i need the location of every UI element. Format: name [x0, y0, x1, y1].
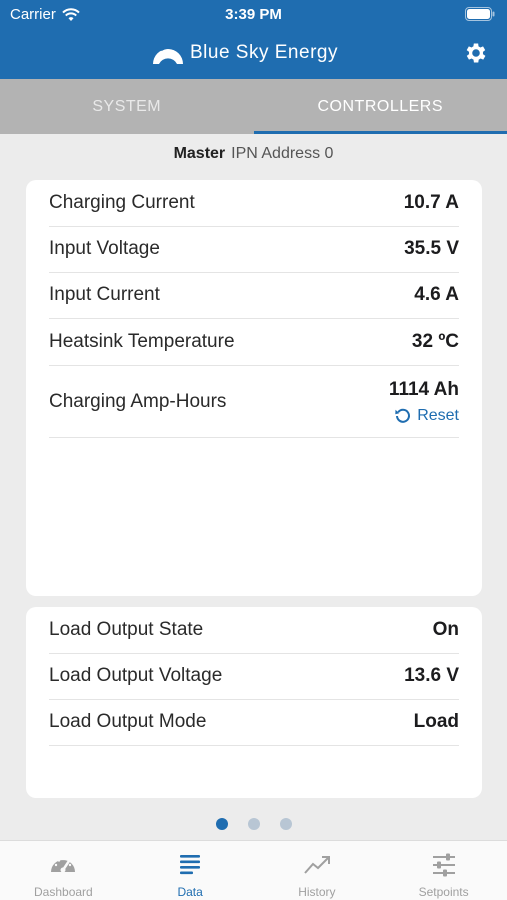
row-value: 4.6 A [414, 284, 459, 305]
battery-icon [465, 7, 495, 21]
row-charging-amp-hours: Charging Amp-Hours 1114 Ah Reset [49, 366, 459, 438]
tab-setpoints-label: Setpoints [418, 885, 469, 899]
tab-history[interactable]: History [254, 841, 381, 900]
list-icon [180, 855, 201, 875]
tab-history-label: History [298, 885, 336, 899]
reset-button[interactable]: Reset [394, 407, 459, 425]
trend-icon [304, 856, 330, 874]
tab-controllers[interactable]: CONTROLLERS [253, 79, 507, 134]
amp-hours-value-group: 1114 Ah Reset [389, 379, 459, 425]
row-label: Input Current [49, 284, 160, 305]
brand-logo: Blue Sky Energy [150, 38, 338, 68]
row-heatsink-temperature: Heatsink Temperature 32 ºC [49, 319, 459, 366]
segment-tabs: SYSTEM CONTROLLERS [0, 79, 507, 134]
bottom-tab-bar: Dashboard Data History Setpoints [0, 840, 507, 900]
row-label: Load Output State [49, 619, 204, 640]
row-value: 32 ºC [411, 331, 459, 352]
tab-dashboard-label: Dashboard [34, 885, 93, 899]
row-value: 35.5 V [404, 238, 459, 259]
gauge-icon [51, 857, 76, 873]
page-indicator [0, 818, 507, 830]
brand-name: Blue Sky Energy [190, 42, 338, 63]
row-label: Load Output Voltage [49, 665, 223, 686]
row-load-output-state: Load Output State On [49, 607, 459, 654]
row-value: On [432, 619, 459, 640]
app-header: Carrier 3:39 PM Blue Sky Energy [0, 0, 507, 79]
page-dot-1[interactable] [215, 818, 228, 830]
gear-icon[interactable] [463, 40, 489, 66]
sliders-icon [432, 853, 455, 877]
tab-setpoints[interactable]: Setpoints [380, 841, 507, 900]
row-label: Charging Current [49, 192, 195, 213]
tab-data-label: Data [177, 885, 203, 899]
row-label: Load Output Mode [49, 711, 207, 732]
reset-icon [395, 408, 411, 423]
row-value: 13.6 V [404, 665, 459, 686]
status-bar: Carrier 3:39 PM [0, 0, 507, 28]
row-charging-current: Charging Current 10.7 A [49, 180, 459, 227]
row-label: Charging Amp-Hours [49, 390, 227, 412]
logo-icon [153, 46, 183, 64]
page-dot-3[interactable] [279, 818, 292, 830]
charging-card: Charging Current 10.7 A Input Voltage 35… [26, 180, 482, 596]
row-label: Input Voltage [49, 238, 160, 259]
controller-role: Master [173, 145, 226, 162]
tab-system[interactable]: SYSTEM [0, 79, 254, 134]
row-input-voltage: Input Voltage 35.5 V [49, 226, 459, 273]
row-load-output-mode: Load Output Mode Load [49, 699, 459, 746]
row-label: Heatsink Temperature [49, 331, 235, 352]
nav-bar: Blue Sky Energy [0, 28, 507, 79]
ipn-address: IPN Address 0 [231, 145, 334, 162]
reset-label: Reset [417, 406, 459, 424]
page-dot-2[interactable] [247, 818, 260, 830]
row-value: 1114 Ah [388, 378, 459, 400]
load-card: Load Output State On Load Output Voltage… [26, 607, 482, 798]
status-time: 3:39 PM [225, 6, 282, 23]
tab-data[interactable]: Data [127, 841, 254, 900]
row-value: 10.7 A [403, 192, 459, 213]
controller-address: Master IPN Address 0 [0, 145, 507, 163]
row-load-output-voltage: Load Output Voltage 13.6 V [49, 653, 459, 700]
row-input-current: Input Current 4.6 A [49, 272, 459, 319]
tab-dashboard[interactable]: Dashboard [0, 841, 127, 900]
row-value: Load [413, 711, 459, 732]
